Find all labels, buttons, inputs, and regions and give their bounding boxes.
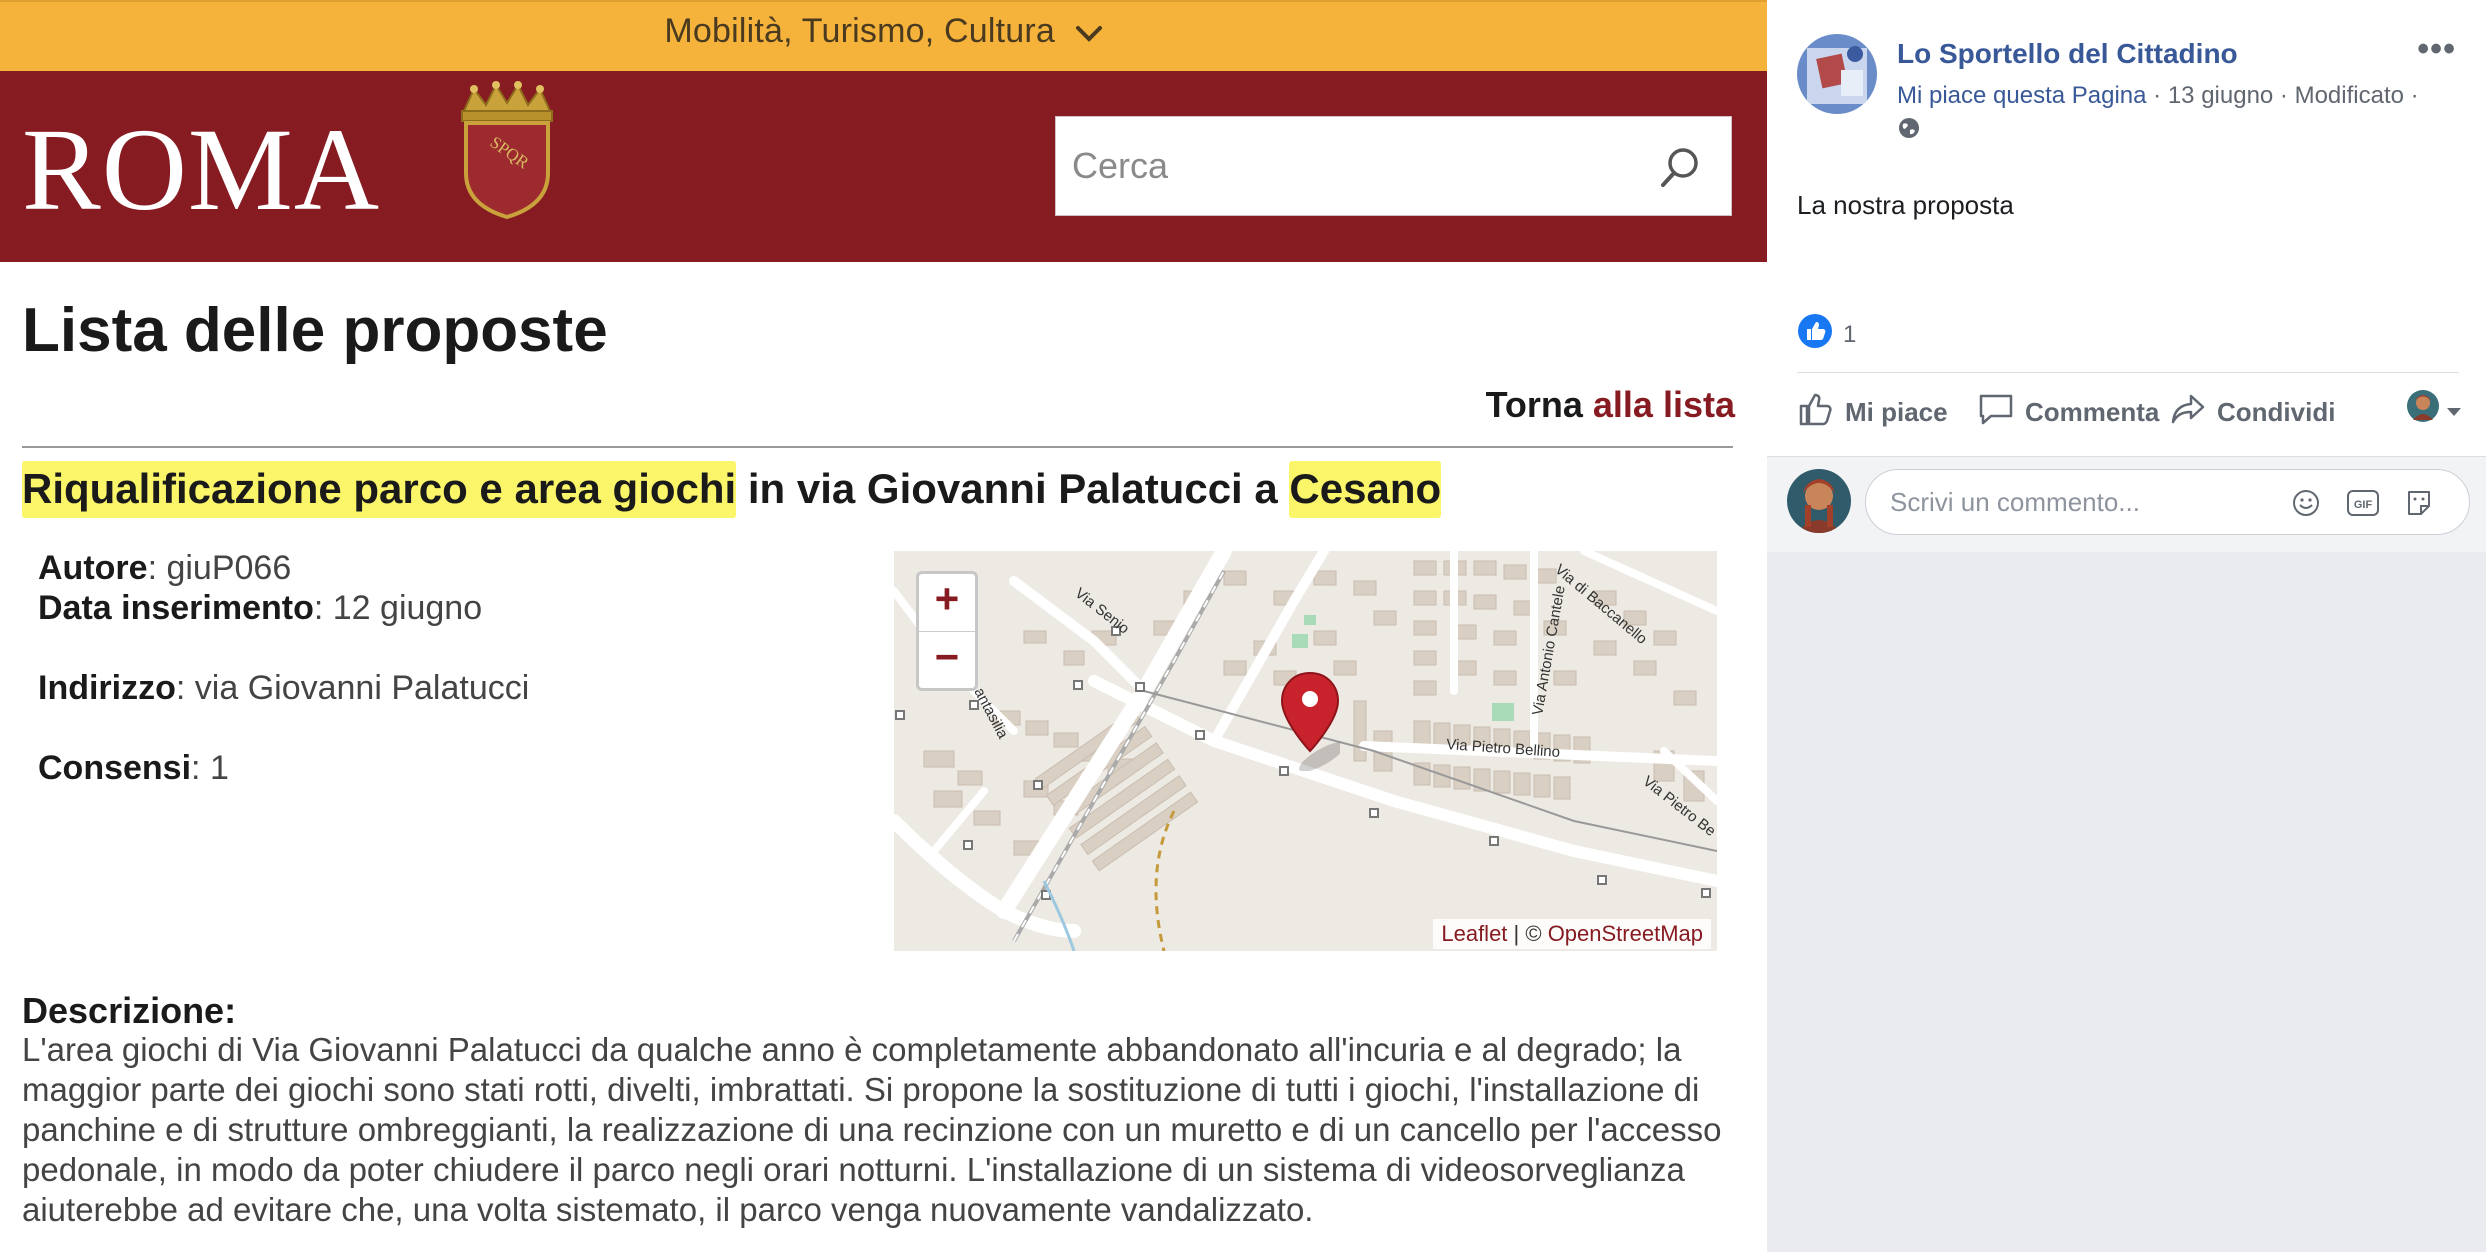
thumbs-up-icon	[1797, 390, 1835, 435]
top-category-bar[interactable]: Mobilità, Turismo, Cultura	[0, 0, 1767, 71]
roma-logo[interactable]: ROMA	[22, 111, 380, 229]
location-map[interactable]: Via Senio Via di Baccanello Via Antonio …	[894, 551, 1717, 951]
proposal-title-highlight-1: Riqualificazione parco e area giochi	[22, 465, 737, 512]
user-mini-avatar	[2407, 390, 2439, 429]
post-text: La nostra proposta	[1797, 190, 2014, 220]
like-page-link[interactable]: Mi piace questa Pagina	[1897, 82, 2147, 109]
reactions-summary[interactable]: 1	[1797, 313, 1856, 356]
action-divider	[1797, 372, 2459, 373]
more-options-icon[interactable]: •••	[2417, 30, 2456, 69]
facebook-post-panel: Lo Sportello del Cittadino ••• Mi piace …	[1767, 0, 2486, 552]
share-arrow-icon	[2169, 390, 2207, 435]
post-date: · 13 giugno · Modificato ·	[2146, 82, 2419, 109]
meta-consensi: Consensi: 1	[38, 749, 229, 787]
comment-button[interactable]: Commenta	[1977, 390, 2159, 435]
map-attribution: Leaflet | © OpenStreetMap	[1433, 919, 1711, 949]
chevron-down-icon	[1075, 14, 1103, 53]
openstreetmap-link[interactable]: OpenStreetMap	[1548, 921, 1703, 946]
category-dropdown[interactable]: Mobilità, Turismo, Cultura	[0, 12, 1767, 53]
search-input[interactable]	[1056, 117, 1636, 215]
post-actions: Mi piace Commenta Condividi	[1797, 390, 2477, 440]
description-text: L'area giochi di Via Giovanni Palatucci …	[22, 1031, 1722, 1228]
comment-input[interactable]	[1866, 470, 2286, 534]
zoom-in-button[interactable]: +	[919, 574, 975, 631]
search-box[interactable]	[1055, 116, 1732, 216]
proposal-title-highlight-2: Cesano	[1289, 465, 1442, 512]
globe-icon[interactable]	[1897, 116, 1921, 145]
post-as-selector[interactable]	[2407, 390, 2463, 429]
comment-box[interactable]: GIF	[1865, 469, 2470, 535]
meta-autore: Autore: giuP066	[38, 549, 292, 587]
back-link-text[interactable]: alla lista	[1593, 384, 1735, 425]
leaflet-link[interactable]: Leaflet	[1441, 921, 1507, 946]
proposal-title: Riqualificazione parco e area giochi in …	[22, 465, 1442, 513]
emoji-icon[interactable]	[2291, 488, 2321, 523]
title-divider	[22, 446, 1733, 448]
user-avatar[interactable]	[1787, 469, 1851, 533]
site-header: ROMA SPQR	[0, 71, 1767, 262]
proposal-title-middle: in via Giovanni Palatucci a	[736, 465, 1290, 512]
gif-icon[interactable]: GIF	[2346, 488, 2380, 523]
category-label: Mobilità, Turismo, Cultura	[664, 12, 1055, 50]
meta-data-inserimento: Data inserimento: 12 giugno	[38, 589, 483, 627]
back-to-list-link[interactable]: Torna alla lista	[1486, 384, 1735, 426]
share-button[interactable]: Condividi	[2169, 390, 2335, 435]
description-label: Descrizione:	[22, 990, 237, 1031]
sticker-icon[interactable]	[2404, 488, 2434, 523]
caret-down-icon	[2445, 394, 2463, 425]
spqr-crest-icon: SPQR	[452, 81, 562, 226]
speech-bubble-icon	[1977, 390, 2015, 435]
map-pin-icon[interactable]	[1280, 671, 1345, 776]
zoom-out-button[interactable]: −	[919, 631, 975, 688]
like-button[interactable]: Mi piace	[1797, 390, 1948, 435]
like-reaction-icon	[1797, 313, 1833, 356]
page-title: Lista delle proposte	[22, 296, 608, 365]
search-icon[interactable]	[1659, 145, 1703, 194]
page-avatar[interactable]	[1797, 34, 1877, 114]
svg-text:GIF: GIF	[2354, 499, 2373, 511]
back-prefix: Torna	[1485, 384, 1593, 425]
proposal-meta: Autore: giuP066 Data inserimento: 12 giu…	[38, 548, 529, 788]
page-name-link[interactable]: Lo Sportello del Cittadino	[1897, 38, 2238, 70]
reaction-count: 1	[1843, 320, 1857, 348]
comment-composer: GIF	[1767, 456, 2486, 552]
map-zoom-control: + −	[916, 571, 978, 691]
roma-webpage: Mobilità, Turismo, Cultura ROMA SPQR Cer…	[0, 0, 1767, 1252]
post-meta: Mi piace questa Pagina · 13 giugno · Mod…	[1897, 82, 2419, 110]
meta-indirizzo: Indirizzo: via Giovanni Palatucci	[38, 669, 530, 707]
